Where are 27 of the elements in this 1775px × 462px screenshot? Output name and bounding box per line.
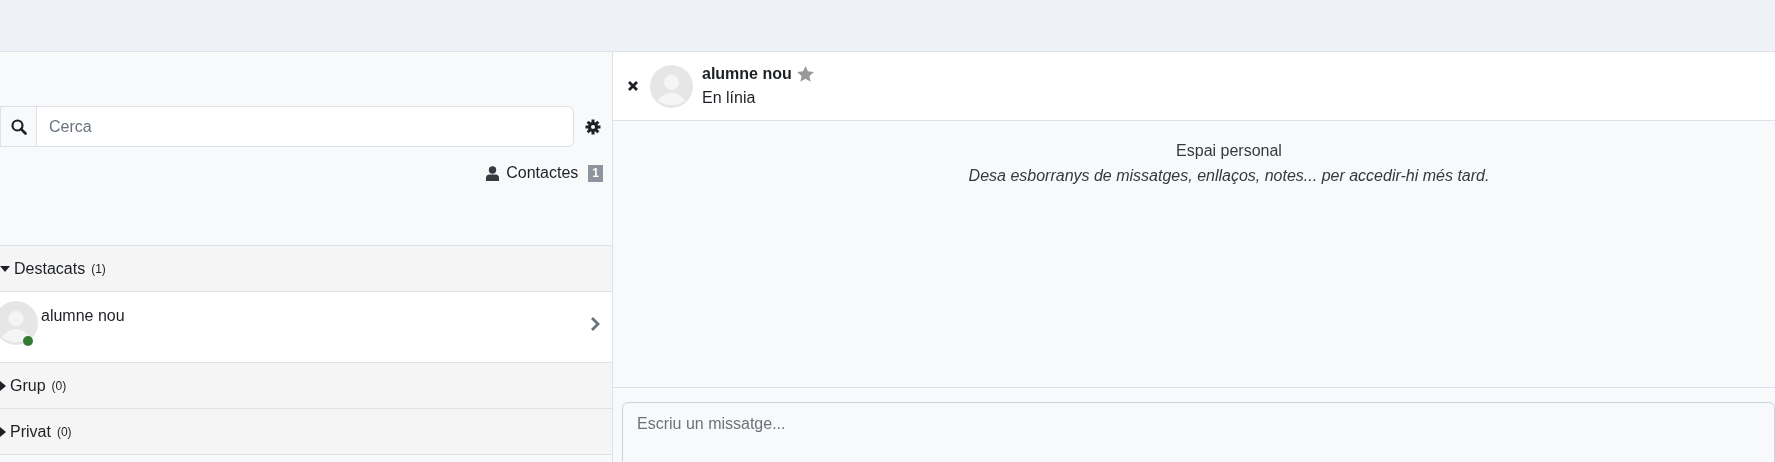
chevron-right-icon <box>590 316 600 332</box>
settings-button[interactable] <box>584 118 602 135</box>
count-badge: 1 <box>588 164 603 182</box>
caret-right-icon <box>0 380 6 391</box>
contact-name: alumne nou <box>41 306 125 326</box>
contacts-link[interactable]: Contactes <box>486 161 579 185</box>
avatar-icon <box>650 64 693 108</box>
caret-right-icon <box>0 426 6 437</box>
search-field[interactable]: Cerca <box>37 106 574 147</box>
empty-text: Desa esborranys de missatges, enllaços, notes... per accedir-hi més tard. <box>968 166 1490 186</box>
message-field[interactable]: Escriu un missatge... <box>622 402 1775 462</box>
section-header[interactable]: Privat (0) <box>0 409 612 455</box>
status-text: En línia <box>702 88 757 108</box>
section-header[interactable]: Destacats (1) <box>0 246 612 292</box>
close-icon <box>627 80 639 92</box>
favourite-button[interactable] <box>796 66 814 82</box>
person-icon <box>486 165 500 181</box>
section-header[interactable]: Grup (0) <box>0 363 612 409</box>
caret-down-icon <box>0 265 10 272</box>
conversation-name: alumne nou <box>702 64 792 84</box>
close-button[interactable] <box>626 80 640 92</box>
star-icon <box>796 66 814 82</box>
search-icon <box>10 118 27 135</box>
settings-icon <box>585 118 601 135</box>
avatar-icon <box>0 301 38 345</box>
contact-row[interactable]: alumne nou <box>0 292 612 363</box>
empty-title: Espai personal <box>1176 141 1282 161</box>
